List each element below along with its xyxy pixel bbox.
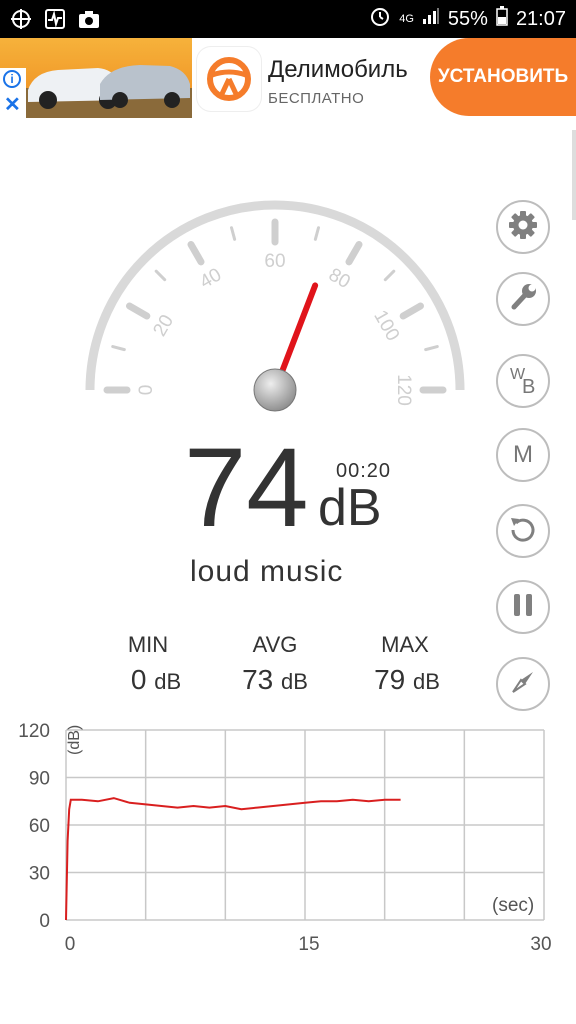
chart-y-tick-labels: 120 90 60 30 0	[18, 721, 50, 932]
settings-button[interactable]	[496, 200, 550, 254]
gauge-tick-label: 40	[196, 264, 225, 293]
mode-button[interactable]: M	[496, 428, 550, 482]
chart-x-axis-label: (sec)	[492, 895, 534, 916]
pause-icon	[511, 592, 535, 623]
install-button[interactable]: УСТАНОВИТЬ	[430, 38, 576, 116]
alarm-icon	[369, 5, 391, 33]
y-tick-label: 0	[39, 911, 50, 932]
y-tick-label: 30	[29, 864, 50, 885]
gauge-tick	[424, 345, 439, 352]
gauge-tick-label: 100	[369, 307, 403, 345]
status-indicators: 4G 55% 21:07	[369, 0, 566, 38]
x-tick-label: 0	[65, 934, 76, 955]
camera-icon	[78, 8, 100, 30]
gauge-hub	[253, 368, 297, 412]
y-tick-label: 120	[18, 721, 50, 742]
gauge-tick	[111, 345, 126, 352]
status-bar: 4G 55% 21:07	[0, 0, 576, 38]
gauge-tick-label: 20	[149, 311, 178, 340]
compass-icon	[508, 667, 538, 702]
gear-icon	[508, 210, 538, 245]
chart-series-line	[65, 797, 401, 921]
avg-unit: dB	[281, 669, 308, 694]
gauge-tick	[313, 226, 320, 241]
y-tick-label: 60	[29, 816, 50, 837]
avg-value: 73 dB	[210, 664, 340, 696]
sound-description: loud music	[190, 555, 344, 588]
crosshair-icon	[10, 8, 32, 30]
ad-app-logo[interactable]	[197, 47, 261, 111]
notification-icons	[10, 8, 100, 30]
info-icon[interactable]: i	[3, 70, 21, 88]
ad-info-panel: i ✕	[0, 68, 26, 120]
min-unit: dB	[154, 669, 182, 694]
reset-button[interactable]	[496, 504, 550, 558]
gauge-tick	[154, 269, 167, 282]
chart-y-axis-label: (dB)	[66, 725, 83, 755]
refresh-icon	[508, 514, 538, 549]
avg-label: AVG	[252, 632, 298, 657]
gauge-tick	[345, 241, 363, 266]
ad-banner[interactable]: i ✕ Делимобиль БЕСПЛАТНО УСТАНОВИТЬ	[0, 38, 576, 120]
compass-button[interactable]	[496, 657, 550, 711]
chart-x-tick-labels: 0 15 30	[65, 934, 552, 955]
x-tick-label: 30	[530, 934, 551, 955]
gauge-tick-label: 80	[325, 264, 354, 293]
min-value: 0 dB	[91, 664, 221, 696]
y-tick-label: 90	[29, 769, 50, 790]
calibration-button[interactable]	[496, 272, 550, 326]
scrollbar	[572, 130, 576, 220]
decibel-history-chart: 120 90 60 30 0 0 15 30 (dB) (sec)	[18, 721, 552, 955]
x-tick-label: 15	[298, 934, 319, 955]
signal-icon	[422, 7, 440, 31]
wrench-icon	[508, 282, 538, 317]
gauge-tick	[383, 269, 396, 282]
activity-icon	[44, 8, 66, 30]
gauge-tick-label: 0	[136, 385, 157, 396]
sound-gauge: 0 20 40 60 80 100 120	[85, 200, 465, 412]
battery-percent: 55%	[447, 7, 488, 30]
gauge-tick	[399, 302, 424, 320]
max-label: MAX	[381, 632, 429, 657]
chart-grid	[65, 729, 545, 921]
min-label: MIN	[127, 632, 169, 657]
network-type: 4G	[399, 13, 414, 25]
m-label: M	[513, 441, 533, 468]
max-value: 79 dB	[342, 664, 472, 696]
gauge-tick-label: 60	[264, 251, 285, 272]
gauge-tick-label: 120	[393, 374, 414, 406]
ad-title[interactable]: Делимобиль	[268, 56, 408, 84]
pause-button[interactable]	[496, 580, 550, 634]
max-unit: dB	[413, 669, 440, 694]
ad-image[interactable]	[0, 38, 192, 118]
min-number: 0	[130, 664, 147, 695]
battery-icon	[496, 6, 508, 32]
current-reading: 74	[184, 425, 309, 550]
avg-number: 73	[242, 664, 274, 695]
clock: 21:07	[515, 7, 566, 30]
close-icon[interactable]: ✕	[4, 92, 21, 117]
reading-unit: dB	[318, 479, 382, 537]
wb-b: B	[522, 376, 536, 398]
gauge-tick	[126, 302, 151, 320]
gauge-tick	[230, 226, 237, 241]
gauge-tick	[187, 241, 205, 266]
ad-subtitle: БЕСПЛАТНО	[268, 90, 365, 107]
weighting-button[interactable]: W B	[496, 354, 550, 408]
max-number: 79	[374, 664, 406, 695]
wb-label: W B	[508, 366, 538, 398]
